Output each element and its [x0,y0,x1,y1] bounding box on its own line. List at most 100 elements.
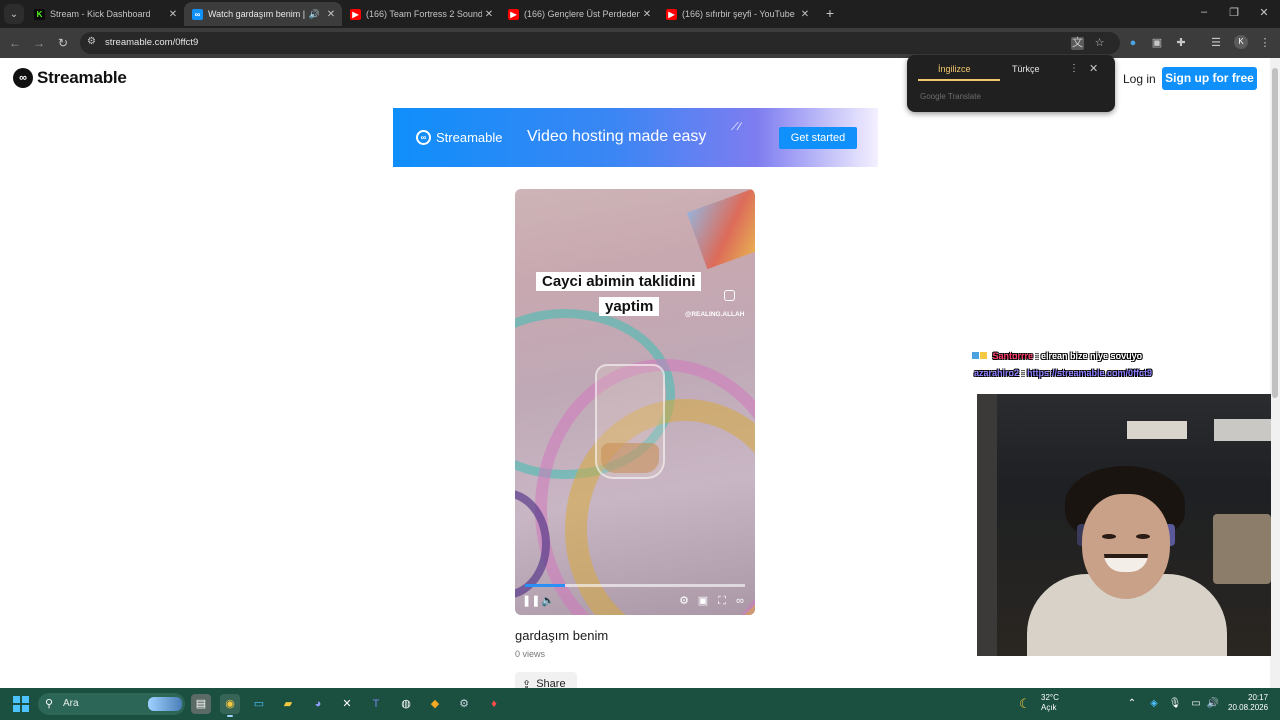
tab-kick-dashboard[interactable]: K Stream - Kick Dashboard ✕ [26,2,184,26]
taskbar: ⚲ Ara ▤ ◉ ▭ ▰ ◕ ✕ T ◍ ◆ ⚙ ♦ ☾ 32°C Açık … [0,688,1280,720]
weather-widget[interactable]: 32°C Açık [1041,693,1059,713]
network-icon[interactable]: ▭ [1189,698,1203,709]
chat-username: Santorrre [992,351,1034,361]
address-bar[interactable]: ⚙ streamable.com/0ffct9 文 ☆ [80,32,1120,54]
youtube-icon: ▶ [350,8,361,20]
window-close-icon[interactable]: ✕ [1256,6,1272,19]
scrollbar-thumb[interactable] [1272,68,1278,398]
profile-avatar[interactable]: K [1234,35,1248,49]
windows-start-icon[interactable] [13,696,29,712]
extensions-puzzle-icon[interactable]: ✚ [1173,35,1189,51]
microphone-icon[interactable]: 🎙 [1168,698,1182,709]
door [977,394,997,656]
translate-target-tab[interactable]: Türkçe [1012,64,1040,74]
weather-description: Açık [1041,703,1057,712]
wall-light [1127,421,1187,439]
taskbar-search[interactable]: ⚲ Ara [38,693,185,715]
tab-close-icon[interactable]: ✕ [482,9,496,20]
close-icon[interactable]: ✕ [1089,62,1098,75]
restore-icon[interactable]: ❐ [1226,6,1242,19]
video-player[interactable]: Cayci abimin taklidini yaptim @REALING.A… [515,189,755,615]
background-object [686,189,755,270]
tab-search-chevron-down-icon[interactable]: ⌄ [4,4,24,24]
tab-close-icon[interactable]: ✕ [798,9,812,20]
tab-title: Stream - Kick Dashboard [50,9,151,19]
login-link[interactable]: Log in [1123,72,1156,86]
extension-square-icon[interactable]: ▣ [1149,35,1165,51]
system-clock[interactable]: 20:17 20.08.2026 [1228,693,1268,713]
pause-icon[interactable]: ❚❚ [522,594,540,608]
tab-youtube-sifirbir[interactable]: ▶ (166) sıfırbir şeyfi - YouTube ✕ [658,2,816,26]
menu-dots-icon[interactable]: ⋮ [1257,35,1273,51]
search-placeholder: Ara [63,698,79,709]
translate-source-tab[interactable]: İngilizce [938,64,971,74]
share-icon: ⇪ [522,678,532,689]
monitor-app-icon[interactable]: ▭ [249,694,269,714]
banner-brand: Streamable [436,130,503,145]
search-icon: ⚲ [45,698,54,710]
get-started-button[interactable]: Get started [779,127,857,149]
star-icon[interactable]: ☆ [1093,37,1106,50]
tab-close-icon[interactable]: ✕ [324,9,338,20]
fullscreen-icon[interactable]: ⛶ [715,594,729,608]
video-progress-bar[interactable] [525,584,745,587]
chrome-icon[interactable]: ◉ [220,694,240,717]
picture-in-picture-icon[interactable]: ▣ [696,594,710,608]
page-scrollbar[interactable] [1270,58,1280,688]
teams-icon[interactable]: T [366,694,386,714]
new-tab-plus-icon[interactable]: + [822,5,838,21]
tab-youtube-tf2[interactable]: ▶ (166) Team Fortress 2 Soundtrack ✕ [342,2,500,26]
speaker-icon[interactable]: 🔊 [1206,698,1220,709]
file-explorer-icon[interactable]: ▰ [278,694,298,714]
badge-icon [972,352,979,359]
xbox-icon[interactable]: ✕ [337,694,357,714]
translate-icon[interactable]: 文 [1071,37,1084,50]
share-button[interactable]: ⇪ Share [515,672,577,688]
minimize-icon[interactable]: – [1196,6,1212,18]
discord-icon[interactable]: ◕ [308,694,328,714]
site-info-tune-icon[interactable]: ⚙ [87,36,96,47]
translate-popup: İngilizce Türkçe ⋮ ✕ Google Translate [907,55,1115,112]
obs-icon[interactable]: ◍ [396,694,416,714]
tab-title: (166) Gençlere Üst Perdeden Konuşan [524,9,640,19]
tray-overflow-chevron-icon[interactable]: ⌃ [1125,698,1139,709]
extension-circle-icon[interactable]: ● [1125,35,1141,51]
tab-strip: ⌄ K Stream - Kick Dashboard ✕ ∞ Watch ga… [0,0,1280,28]
clock-time: 20:17 [1248,693,1269,702]
streamable-icon: ∞ [192,8,203,20]
tray-app-icon[interactable]: ◈ [1147,698,1161,709]
reading-list-icon[interactable]: ☰ [1208,35,1224,51]
translate-brand: Google Translate [920,92,981,101]
tab-title: Watch gardaşım benim | Streamable [208,9,305,19]
tab-close-icon[interactable]: ✕ [640,9,654,20]
share-label: Share [536,678,566,688]
audio-playing-icon[interactable]: 🔊 [309,9,320,20]
game-launcher-icon[interactable]: ◆ [425,694,445,714]
streamable-logo[interactable]: ∞ Streamable [13,68,127,88]
webcam-overlay [977,394,1271,656]
reload-icon[interactable]: ↻ [55,35,71,51]
volume-icon[interactable]: 🔈 [541,594,555,608]
task-view-icon[interactable]: ▤ [191,694,211,714]
tab-close-icon[interactable]: ✕ [166,9,180,20]
chat-text: https://streamable.com/0ffct9 [1027,368,1153,378]
moon-weather-icon[interactable]: ☾ [1019,696,1031,712]
promo-banner[interactable]: ∞ Streamable Video hosting made easy ⟋⁄ … [393,108,878,167]
tab-youtube-gencler[interactable]: ▶ (166) Gençlere Üst Perdeden Konuşan ✕ [500,2,658,26]
tea-glass [595,364,665,479]
streamable-icon[interactable]: ∞ [733,594,747,608]
forward-icon[interactable]: → [31,35,47,51]
chat-badges [972,351,990,361]
settings-icon[interactable]: ⚙ [677,594,691,608]
video-watermark: @REALING.ALLAH [685,311,745,318]
app-pin-icon[interactable]: ♦ [484,694,504,714]
address-url[interactable]: streamable.com/0ffct9 [105,37,198,48]
video-title: gardaşım benim [515,628,609,643]
more-options-icon[interactable]: ⋮ [1069,63,1079,74]
back-icon[interactable]: ← [7,35,23,51]
tab-title: (166) sıfırbir şeyfi - YouTube [682,9,795,19]
signup-button[interactable]: Sign up for free [1162,67,1257,90]
tab-streamable[interactable]: ∞ Watch gardaşım benim | Streamable 🔊 ✕ [184,2,342,26]
clock-date: 20.08.2026 [1228,703,1269,712]
steam-icon[interactable]: ⚙ [454,694,474,714]
